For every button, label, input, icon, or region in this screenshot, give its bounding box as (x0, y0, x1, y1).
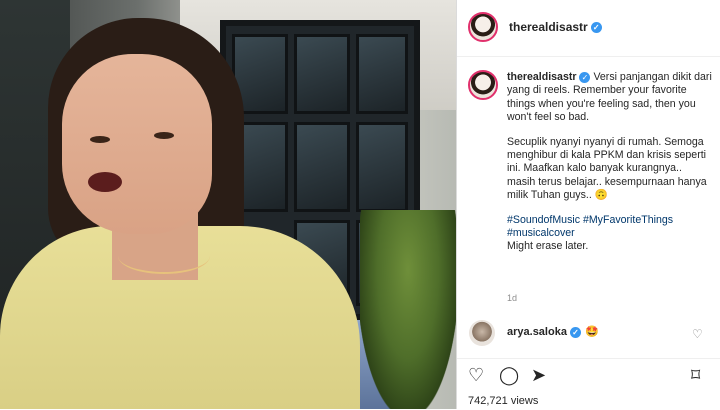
window-pane (356, 34, 408, 114)
video-frame[interactable] (0, 0, 456, 409)
comment-username[interactable]: arya.saloka (507, 326, 567, 338)
header-username[interactable]: therealdisastr (509, 20, 588, 34)
eye (90, 136, 110, 143)
post-header: therealdisastr ✓ (457, 0, 720, 57)
verified-badge-icon: ✓ (579, 71, 591, 83)
comment-item: arya.saloka ✓ 🤩 ♡ (469, 320, 709, 350)
comment-like-icon[interactable]: ♡ (692, 327, 703, 341)
plant (360, 210, 456, 409)
face (62, 54, 212, 234)
mouth (88, 172, 122, 192)
verified-badge-icon: ✓ (590, 22, 602, 34)
action-bar: ♡ ◯ ➤ ⌑ 742,721 views (457, 358, 720, 410)
verified-badge-icon: ✓ (569, 326, 581, 338)
upside-down-face-emoji-icon: 🙃 (594, 189, 608, 202)
caption: therealdisastr ✓ Versi panjangan dikit da… (507, 71, 712, 254)
header-username-wrap[interactable]: therealdisastr ✓ (509, 20, 602, 34)
necklace (118, 238, 210, 274)
profile-avatar[interactable] (468, 12, 498, 42)
window-pane (356, 122, 408, 212)
post-time: 1d (507, 293, 518, 303)
caption-avatar[interactable] (468, 70, 498, 100)
window-pane (294, 122, 350, 212)
caption-username[interactable]: therealdisastr (507, 71, 576, 83)
eye (154, 132, 174, 139)
save-icon[interactable]: ⌑ (691, 365, 700, 385)
hashtags[interactable]: #SoundofMusic #MyFavoriteThings #musical… (507, 214, 712, 241)
post-panel: therealdisastr ✓ therealdisastr ✓ Versi pa… (456, 0, 720, 410)
share-icon[interactable]: ➤ (531, 365, 546, 385)
star-struck-emoji-icon: 🤩 (584, 326, 599, 338)
view-count: 742,721 views (468, 395, 539, 407)
like-icon[interactable]: ♡ (468, 365, 484, 385)
comment-user-wrap: arya.saloka ✓ 🤩 (507, 325, 599, 338)
comment-icon[interactable]: ◯ (499, 365, 519, 385)
caption-tail: Might erase later. (507, 240, 589, 253)
window-pane (294, 34, 350, 114)
comment-avatar[interactable] (469, 320, 495, 346)
